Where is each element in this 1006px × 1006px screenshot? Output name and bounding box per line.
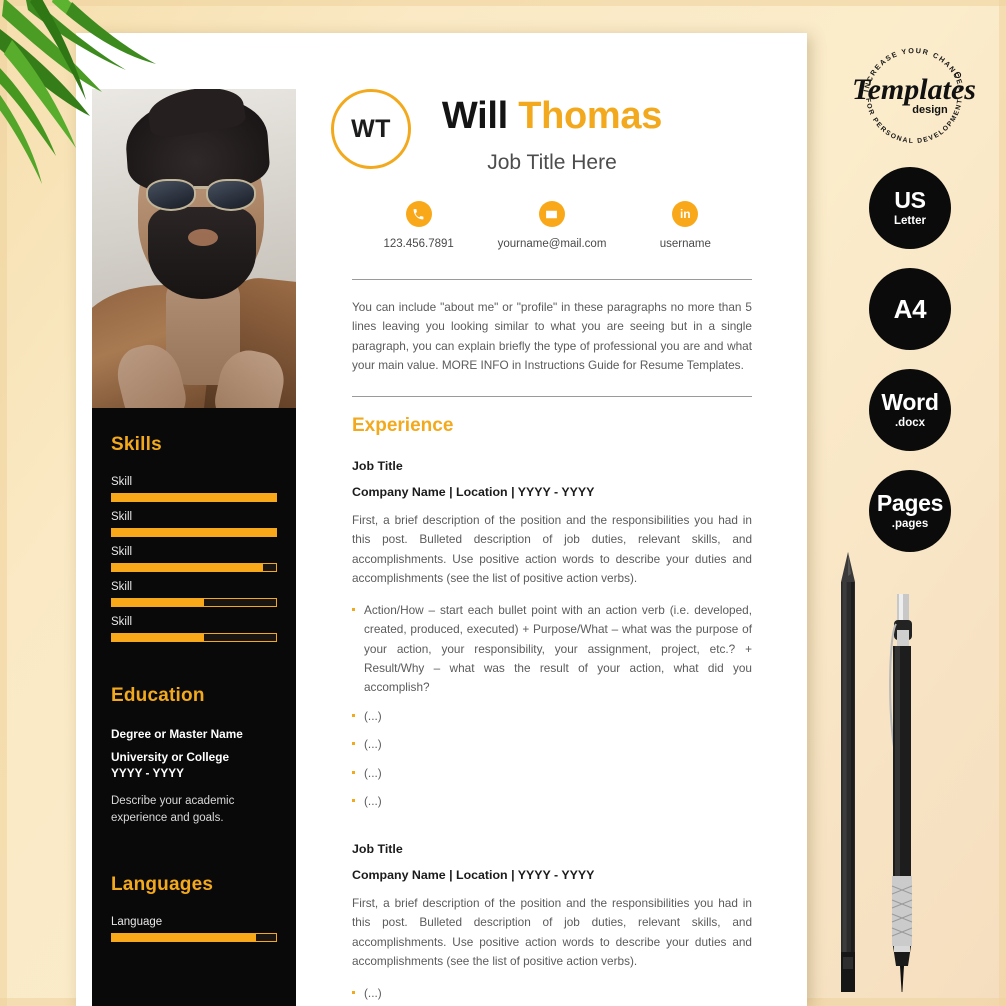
skill-bar-fill (112, 599, 204, 606)
skill-bar-fill (112, 529, 276, 536)
skill-label: Skill (111, 581, 133, 593)
pencil-decoration (841, 552, 855, 992)
education-heading: Education (111, 685, 205, 706)
bullet-item: (...) (352, 707, 752, 726)
experience-job-title: Job Title (352, 458, 403, 473)
envelope-icon (538, 201, 565, 227)
badge-line2: Letter (894, 214, 926, 227)
resume-main-column: Will Thomas Job Title Here 123.456.7891 … (352, 33, 807, 1006)
skill-bar-fill (112, 564, 263, 571)
badge-a4[interactable]: A4 (869, 268, 951, 350)
bullet-item: (...) (352, 792, 752, 811)
pen-decoration (889, 594, 913, 992)
skill-item: Skill (111, 546, 277, 572)
language-bar (111, 933, 277, 943)
education-description: Describe your academic experience and go… (111, 794, 235, 825)
skill-item: Skill (111, 511, 277, 537)
phone-icon (405, 201, 432, 227)
skill-bar (111, 528, 277, 537)
language-label: Language (111, 916, 163, 929)
education-years: YYYY - YYYY (111, 765, 185, 780)
badge-word[interactable]: Word .docx (869, 369, 951, 451)
badge-line1: Word (881, 388, 939, 415)
skill-item: Skill (111, 581, 277, 607)
badge-line1: A4 (893, 294, 927, 324)
skill-item: Skill (111, 476, 277, 502)
experience-job-description: First, a brief description of the positi… (352, 895, 752, 969)
badge-line1: US (894, 186, 926, 213)
experience-job-meta: Company Name | Location | YYYY - YYYY (352, 484, 595, 499)
skill-label: Skill (111, 616, 133, 628)
contact-phone-value: 123.456.7891 (383, 238, 454, 250)
badge-line2: .pages (891, 517, 929, 530)
logo-subtitle: design (912, 104, 948, 116)
badge-line2: .docx (894, 416, 926, 429)
bullet-item: (...) (352, 764, 752, 783)
experience-heading: Experience (352, 414, 454, 436)
languages-heading: Languages (111, 874, 214, 896)
skill-label: Skill (111, 476, 133, 488)
skill-bar (111, 493, 277, 502)
skill-label: Skill (111, 546, 133, 558)
linkedin-icon: in (672, 201, 699, 227)
job-title-subtitle: Job Title Here (487, 151, 617, 174)
divider-top (352, 279, 752, 280)
linkedin-glyph: in (679, 207, 691, 221)
page-title: Will Thomas (352, 95, 752, 138)
resume-page-preview: WT Skills Skill Skill Skill Skill Skill … (76, 33, 807, 1006)
language-bar-fill (112, 934, 257, 942)
education-school: University or College (111, 750, 230, 764)
contact-email-value: yourname@mail.com (497, 238, 607, 250)
contact-linkedin: in username (619, 201, 752, 250)
skill-bar-fill (112, 494, 276, 501)
skill-bar (111, 633, 277, 642)
badge-line1: Pages (876, 489, 944, 516)
skill-bar (111, 598, 277, 607)
divider-bottom (352, 395, 752, 397)
experience-bullet-list: (...) (...) (352, 984, 752, 1006)
profile-photo (92, 89, 296, 408)
language-item: Language (111, 916, 277, 943)
contact-email: yourname@mail.com (485, 201, 618, 250)
experience-bullet-list: Action/How – start each bullet point wit… (352, 601, 752, 812)
bullet-item: Action/How – start each bullet point wit… (352, 601, 752, 698)
last-name: Thomas (518, 95, 663, 137)
badge-pages[interactable]: Pages .pages (869, 470, 951, 552)
skill-label: Skill (111, 511, 133, 523)
skill-bar (111, 563, 277, 572)
bullet-item: (...) (352, 735, 752, 754)
education-degree: Degree or Master Name (111, 727, 243, 741)
skills-heading: Skills (111, 434, 162, 455)
skill-bar-fill (112, 634, 204, 641)
contact-row: 123.456.7891 yourname@mail.com in userna… (352, 201, 752, 250)
experience-entry: Job Title Company Name | Location | YYYY… (352, 842, 752, 1006)
contact-linkedin-value: username (659, 238, 711, 250)
profile-paragraph: You can include "about me" or "profile" … (352, 300, 752, 373)
canvas-edge-top (0, 0, 1006, 6)
skills-list: Skill Skill Skill Skill Skill (111, 476, 277, 642)
experience-entry: Job Title Company Name | Location | YYYY… (352, 459, 752, 812)
badge-us-letter[interactable]: US Letter (869, 167, 951, 249)
canvas-edge-left (0, 0, 7, 1006)
education-entry: Degree or Master Name University or Coll… (111, 727, 277, 827)
skill-item: Skill (111, 616, 277, 642)
resume-sidebar: Skills Skill Skill Skill Skill Skill Edu… (92, 408, 296, 1006)
experience-job-meta: Company Name | Location | YYYY - YYYY (352, 867, 595, 882)
brand-logo: INCREASE YOUR CHANCES FOR PERSONAL DEVEL… (852, 46, 976, 145)
bullet-item: (...) (352, 984, 752, 1003)
canvas-edge-right (999, 0, 1006, 1006)
first-name: Will (441, 95, 508, 137)
contact-phone: 123.456.7891 (352, 201, 485, 250)
screenshot-canvas: WT Skills Skill Skill Skill Skill Skill … (0, 0, 1006, 1006)
experience-job-description: First, a brief description of the positi… (352, 512, 752, 586)
experience-job-title: Job Title (352, 841, 403, 856)
